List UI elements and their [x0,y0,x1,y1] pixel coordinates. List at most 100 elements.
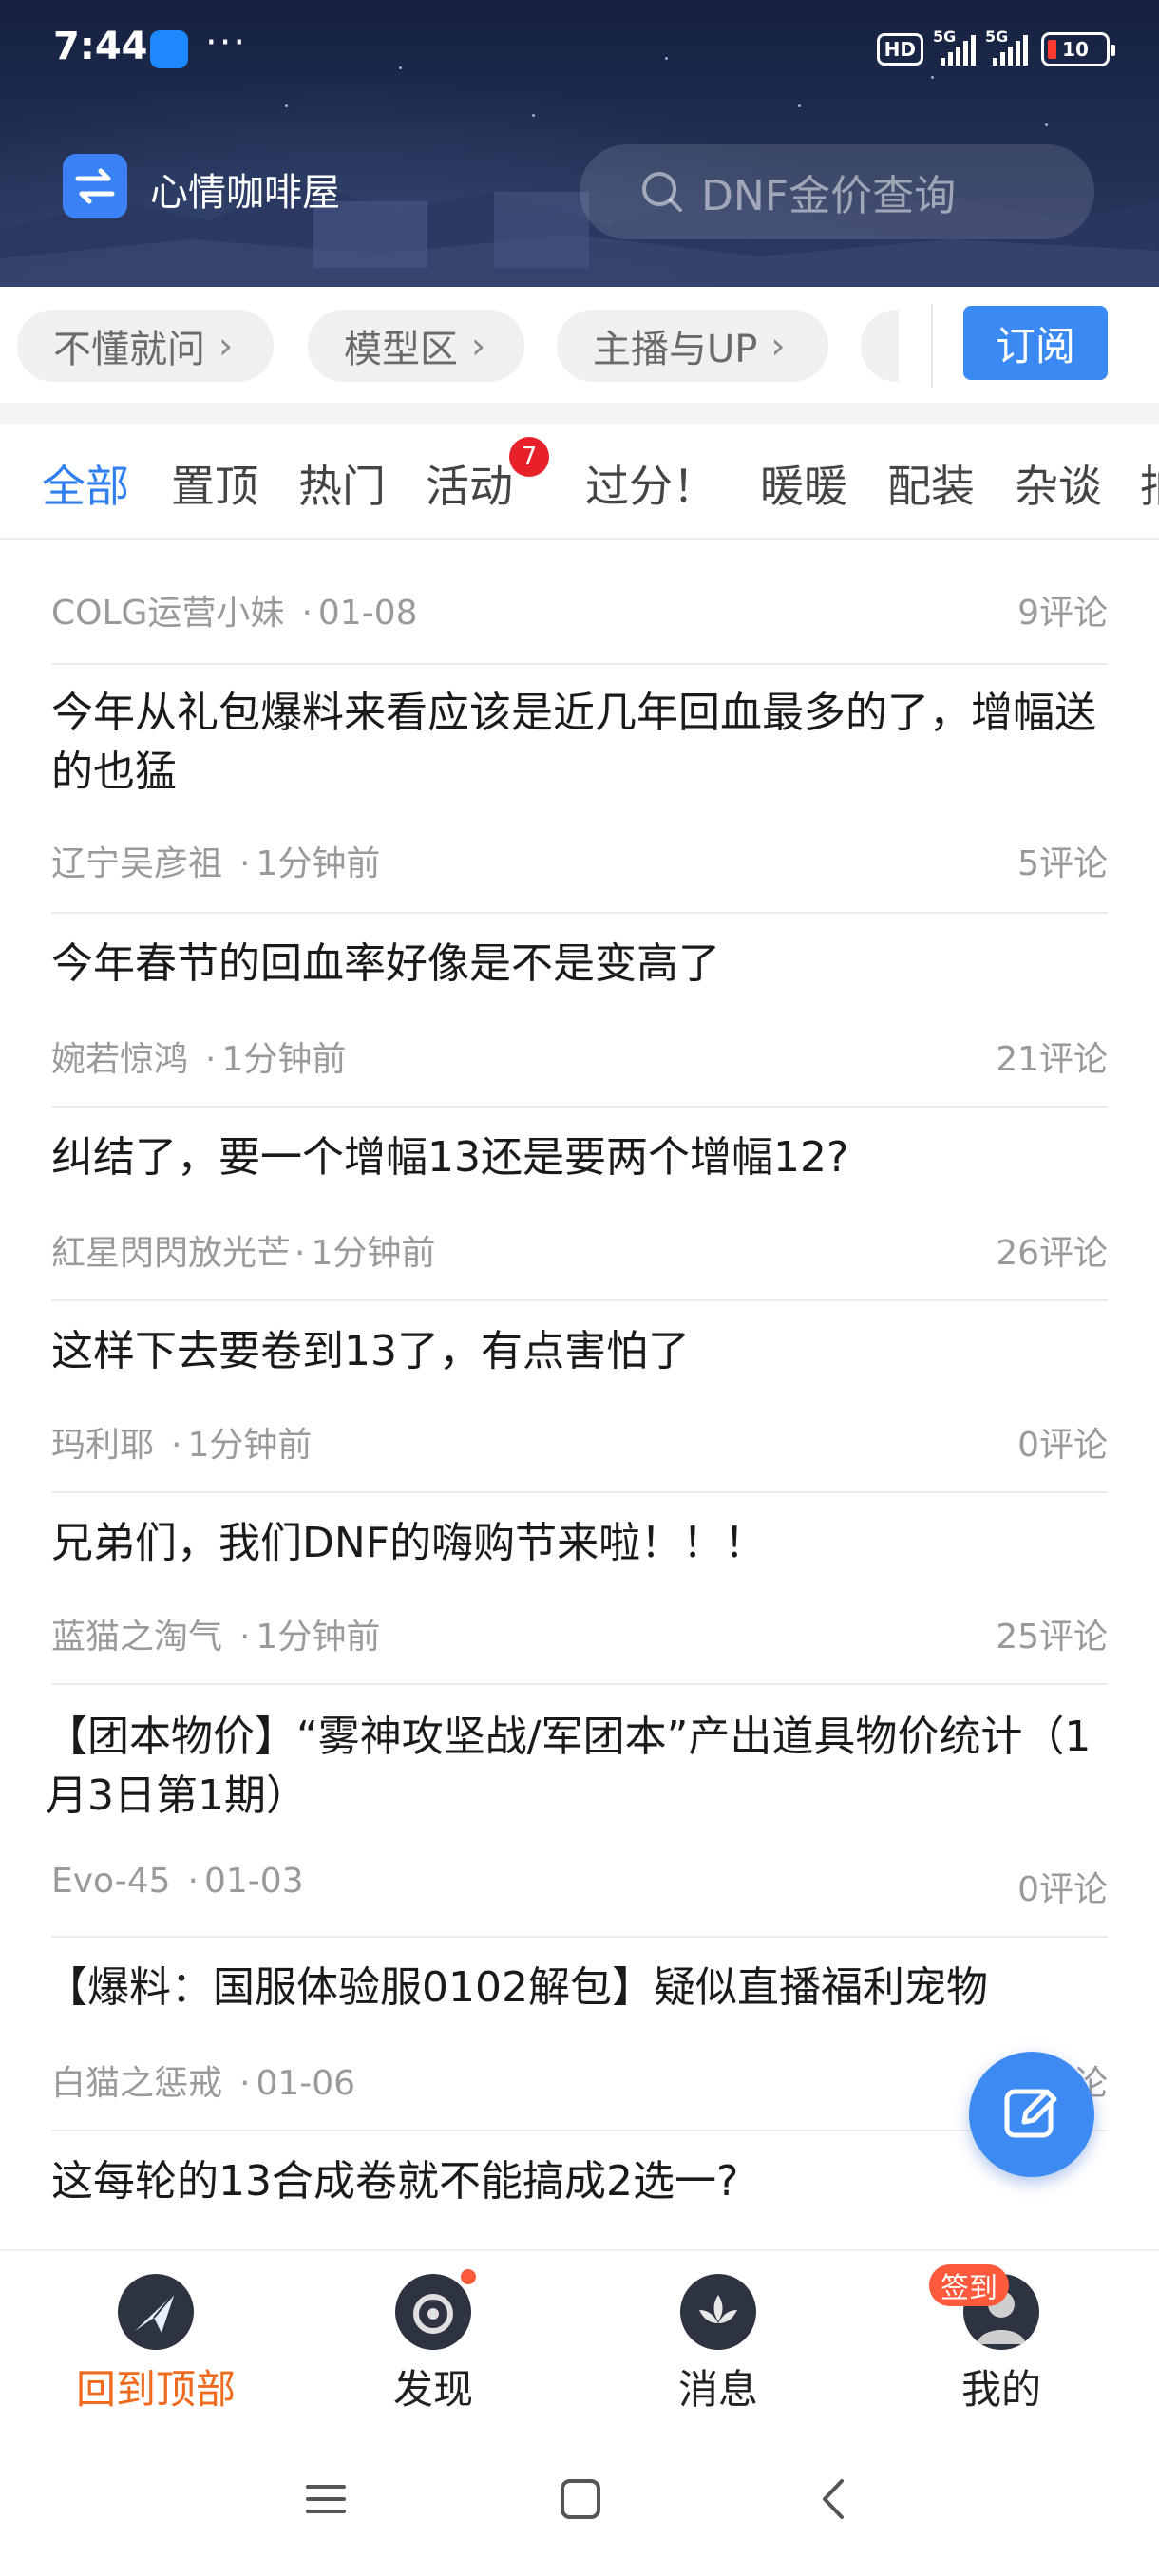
post-meta: 婉若惊鸿 · 1分钟前 [51,1040,347,1079]
back-to-top-icon [118,2274,194,2350]
tab-builds[interactable]: 配装 [887,452,975,515]
post-item[interactable]: 兄弟们，我们DNF的嗨购节来啦！！！ 蓝猫之淘气 · 1分钟前 25评论 [51,1493,1108,1685]
message-icon [680,2274,756,2350]
chip-models[interactable]: 模型区 › [308,310,524,382]
comment-count: 0评论 [1017,1426,1108,1465]
signal-2-icon: 5G [985,28,1028,66]
menu-icon[interactable] [302,2475,350,2523]
post-meta: 玛利耶 · 1分钟前 [51,1426,313,1465]
post-title[interactable]: 今年春节的回血率好像是不是变高了 [51,935,720,994]
post-time: 1分钟前 [221,1040,347,1079]
category-tabs: 全部 置顶 热门 活动 过分！ 暖暖 配装 杂谈 拍 [0,424,1159,540]
nav-back-to-top[interactable]: 回到顶部 [61,2274,251,2415]
home-icon[interactable] [557,2475,604,2523]
post-author[interactable]: COLG运营小妹 [51,594,284,633]
post-time: 1分钟前 [311,1234,436,1273]
comment-count: 0评论 [1017,1870,1108,1909]
chip-ask[interactable]: 不懂就问 › [17,310,274,382]
post-item[interactable]: 这样下去要卷到13了，有点害怕了 玛利耶 · 1分钟前 0评论 [51,1301,1108,1493]
post-title[interactable]: 【爆料：国服体验服0102解包】疑似直播福利宠物 [46,1959,988,2017]
chip-overflow[interactable] [861,310,899,382]
post-meta: COLG运营小妹 · 01-08 [51,594,418,633]
post-item[interactable]: 今年从礼包爆料来看应该是近几年回血最多的了，增幅送的也猛 辽宁吴彦祖 · 1分钟前 … [51,665,1108,914]
comment-count: 9评论 [1017,594,1108,633]
post-author[interactable]: 婉若惊鸿 [51,1040,188,1079]
post-time: 1分钟前 [187,1426,313,1465]
comment-count: 5评论 [1017,844,1108,883]
signal-1-icon: 5G [933,28,976,66]
switch-board-button[interactable] [63,154,127,218]
compose-post-button[interactable] [969,2052,1094,2177]
post-time: 01-06 [256,2064,356,2103]
search-input[interactable]: DNF金价查询 [580,144,1094,239]
swap-arrows-icon [75,168,115,204]
post-title[interactable]: 【团本物价】“雾神攻坚战/军团本”产出道具物价统计（1月3日第1期） [46,1708,1102,1826]
board-name: 心情咖啡屋 [150,171,340,215]
search-placeholder: DNF金价查询 [701,172,957,220]
post-title[interactable]: 今年从礼包爆料来看应该是近几年回血最多的了，增幅送的也猛 [51,684,1096,802]
comment-count: 21评论 [996,1040,1108,1079]
post-author[interactable]: Evo-45 [51,1862,171,1901]
post-item[interactable]: 【团本物价】“雾神攻坚战/军团本”产出道具物价统计（1月3日第1期） Evo-4… [46,1685,1108,1938]
chevron-right-icon: › [471,325,486,367]
post-author[interactable]: 白猫之惩戒 [51,2064,222,2103]
post-title[interactable]: 兄弟们，我们DNF的嗨购节来啦！！！ [51,1514,766,1573]
post-meta: 白猫之惩戒 · 01-06 [51,2064,356,2103]
tab-more[interactable]: 拍 [1140,452,1159,515]
edit-icon [1004,2089,1057,2138]
post-title[interactable]: 这样下去要卷到13了，有点害怕了 [51,1322,690,1381]
top-bar: 心情咖啡屋 DNF金价查询 [0,139,1159,239]
tab-events[interactable]: 活动 [426,452,513,515]
post-author[interactable]: 辽宁吴彦祖 [51,844,222,883]
nav-label: 发现 [392,2366,473,2413]
nav-messages[interactable]: 消息 [623,2274,813,2415]
tab-hot[interactable]: 热门 [298,452,386,515]
tab-chat[interactable]: 杂谈 [1015,452,1102,515]
bottom-navigation: 回到顶部 发现 消息 签到 我的 [0,2249,1159,2422]
post-time: 01-08 [317,594,418,633]
post-time: 1分钟前 [256,1618,381,1657]
nav-label: 消息 [677,2366,758,2413]
nav-label: 回到顶部 [75,2366,236,2413]
post-author[interactable]: 紅星閃閃放光芒 [51,1234,291,1273]
more-notifications-icon: ··· [205,21,248,65]
post-time: 01-03 [204,1862,304,1901]
tab-all[interactable]: 全部 [42,452,129,515]
battery-icon: 10 [1041,32,1115,66]
chip-label: 不懂就问 [53,328,205,371]
notification-app-icon [150,30,188,68]
notification-badge: 7 [509,437,549,477]
tab-warm[interactable]: 暖暖 [760,452,847,515]
post-item[interactable]: 这每轮的13合成卷就不能搞成2选一? [51,2131,1108,2249]
post-item[interactable]: 【爆料：国服体验服0102解包】疑似直播福利宠物 白猫之惩戒 · 01-06 论 [46,1938,1108,2131]
post-item[interactable]: 纠结了，要一个增幅13还是要两个增幅12? 紅星閃閃放光芒 · 1分钟前 26评论 [51,1108,1108,1301]
nav-discover[interactable]: 发现 [338,2266,528,2415]
chevron-right-icon: › [770,325,786,367]
post-item[interactable]: COLG运营小妹 · 01-08 9评论 [51,540,1108,665]
post-meta: 紅星閃閃放光芒 · 1分钟前 [51,1234,436,1273]
post-author[interactable]: 蓝猫之淘气 [51,1618,222,1657]
chevron-right-icon: › [218,325,234,367]
chip-streamers[interactable]: 主播与UP › [557,310,828,382]
checkin-badge[interactable]: 签到 [929,2264,1009,2306]
nav-profile[interactable]: 签到 我的 [906,2264,1096,2415]
chip-label: 模型区 [344,328,458,371]
post-item[interactable]: 今年春节的回血率好像是不是变高了 婉若惊鸿 · 1分钟前 21评论 [51,914,1108,1108]
chip-label: 主播与UP [593,328,758,371]
tab-pinned[interactable]: 置顶 [171,452,258,515]
post-author[interactable]: 玛利耶 [51,1426,154,1465]
status-time: 7:44 [53,25,148,68]
search-icon [642,172,682,212]
hd-voice-icon: HD [876,33,923,66]
tab-excessive[interactable]: 过分！ [585,452,716,515]
post-time: 1分钟前 [256,844,381,883]
sub-board-chips: 不懂就问 › 模型区 › 主播与UP › 订阅 [0,287,1159,403]
post-title[interactable]: 这每轮的13合成卷就不能搞成2选一? [51,2152,738,2211]
comment-count: 26评论 [996,1234,1108,1273]
subscribe-button[interactable]: 订阅 [963,306,1108,380]
battery-level: 10 [1062,38,1089,61]
system-navigation-bar [0,2422,1159,2576]
back-icon[interactable] [811,2475,859,2523]
section-divider [0,403,1159,424]
post-title[interactable]: 纠结了，要一个增幅13还是要两个增幅12? [51,1128,848,1187]
